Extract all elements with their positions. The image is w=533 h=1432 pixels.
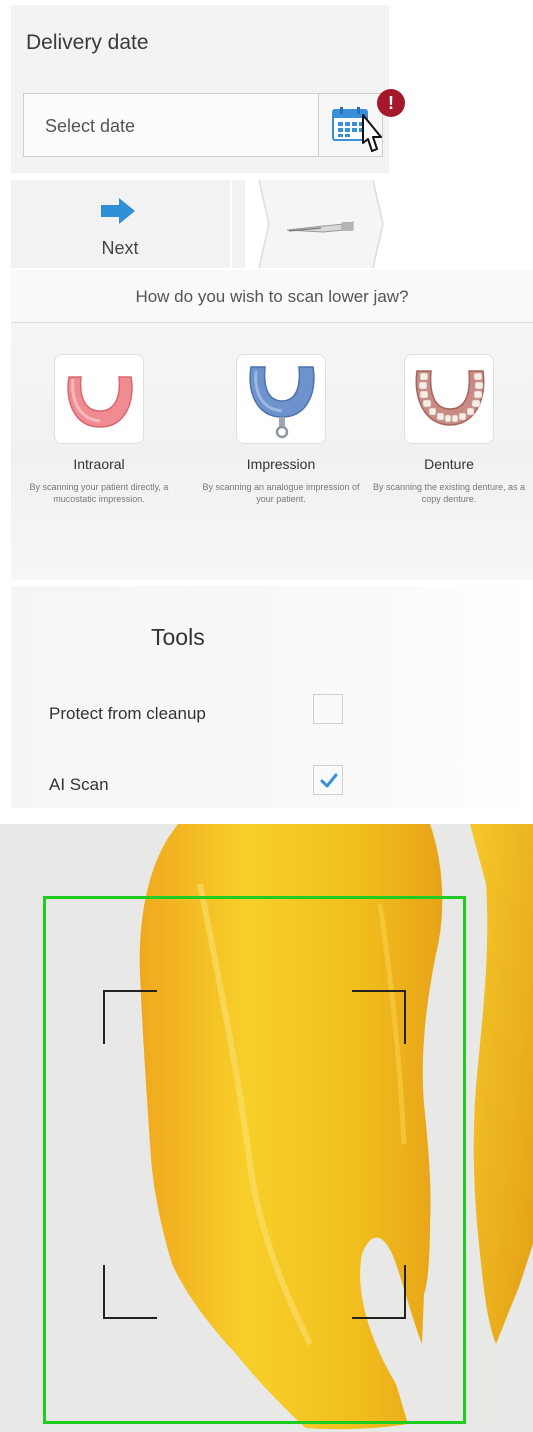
next-button[interactable]: Next: [11, 180, 229, 268]
scanner-step-tab[interactable]: [245, 180, 387, 268]
focus-corner-bottom-right: [352, 1265, 406, 1319]
divider: [230, 180, 232, 268]
focus-corner-top-left: [103, 990, 157, 1044]
protect-from-cleanup-checkbox[interactable]: [313, 694, 343, 724]
tools-title: Tools: [151, 624, 205, 650]
option-denture[interactable]: Denture By scanning the existing denture…: [364, 354, 533, 505]
option-name: Intraoral: [73, 456, 125, 472]
checkmark-icon: [320, 773, 338, 788]
pointer-cursor-icon: [362, 114, 382, 152]
option-description: By scanning your patient directly, a muc…: [29, 482, 169, 504]
option-impression[interactable]: Impression By scanning an analogue impre…: [196, 354, 366, 505]
date-field[interactable]: Select date: [23, 93, 383, 157]
ai-scan-label: AI Scan: [49, 775, 109, 794]
scan-region-frame: [43, 896, 466, 1424]
denture-icon: [415, 370, 485, 426]
option-description: By scanning an analogue impression of yo…: [202, 482, 360, 504]
scan-viewport[interactable]: [0, 824, 533, 1432]
next-label: Next: [101, 238, 139, 258]
tools-panel: Tools Protect from cleanup AI Scan: [11, 586, 533, 808]
intraoral-tile[interactable]: [54, 354, 144, 444]
delivery-date-title: Delivery date: [26, 31, 149, 54]
intraoral-jaw-icon: [67, 376, 133, 428]
option-name: Denture: [424, 456, 474, 472]
option-name: Impression: [246, 456, 316, 472]
focus-corner-bottom-left: [103, 1265, 157, 1319]
arrow-right-icon: [101, 198, 135, 224]
scan-method-title: How do you wish to scan lower jaw?: [135, 287, 409, 306]
scanner-icon: [245, 180, 387, 268]
navigation-strip: Next: [11, 180, 387, 268]
scan-method-header: How do you wish to scan lower jaw?: [11, 270, 533, 323]
impression-tile[interactable]: [236, 354, 326, 444]
date-placeholder: Select date: [45, 116, 136, 136]
impression-tray-icon: [249, 366, 315, 439]
delivery-date-panel: Delivery date Select date !: [11, 5, 405, 173]
option-intraoral[interactable]: Intraoral By scanning your patient direc…: [14, 354, 184, 505]
protect-from-cleanup-label: Protect from cleanup: [49, 704, 206, 723]
scan-method-panel: How do you wish to scan lower jaw? Intra…: [11, 270, 533, 580]
denture-tile[interactable]: [404, 354, 494, 444]
ai-scan-checkbox[interactable]: [313, 765, 343, 795]
focus-corner-top-right: [352, 990, 406, 1044]
option-description: By scanning the existing denture, as a c…: [372, 482, 526, 504]
